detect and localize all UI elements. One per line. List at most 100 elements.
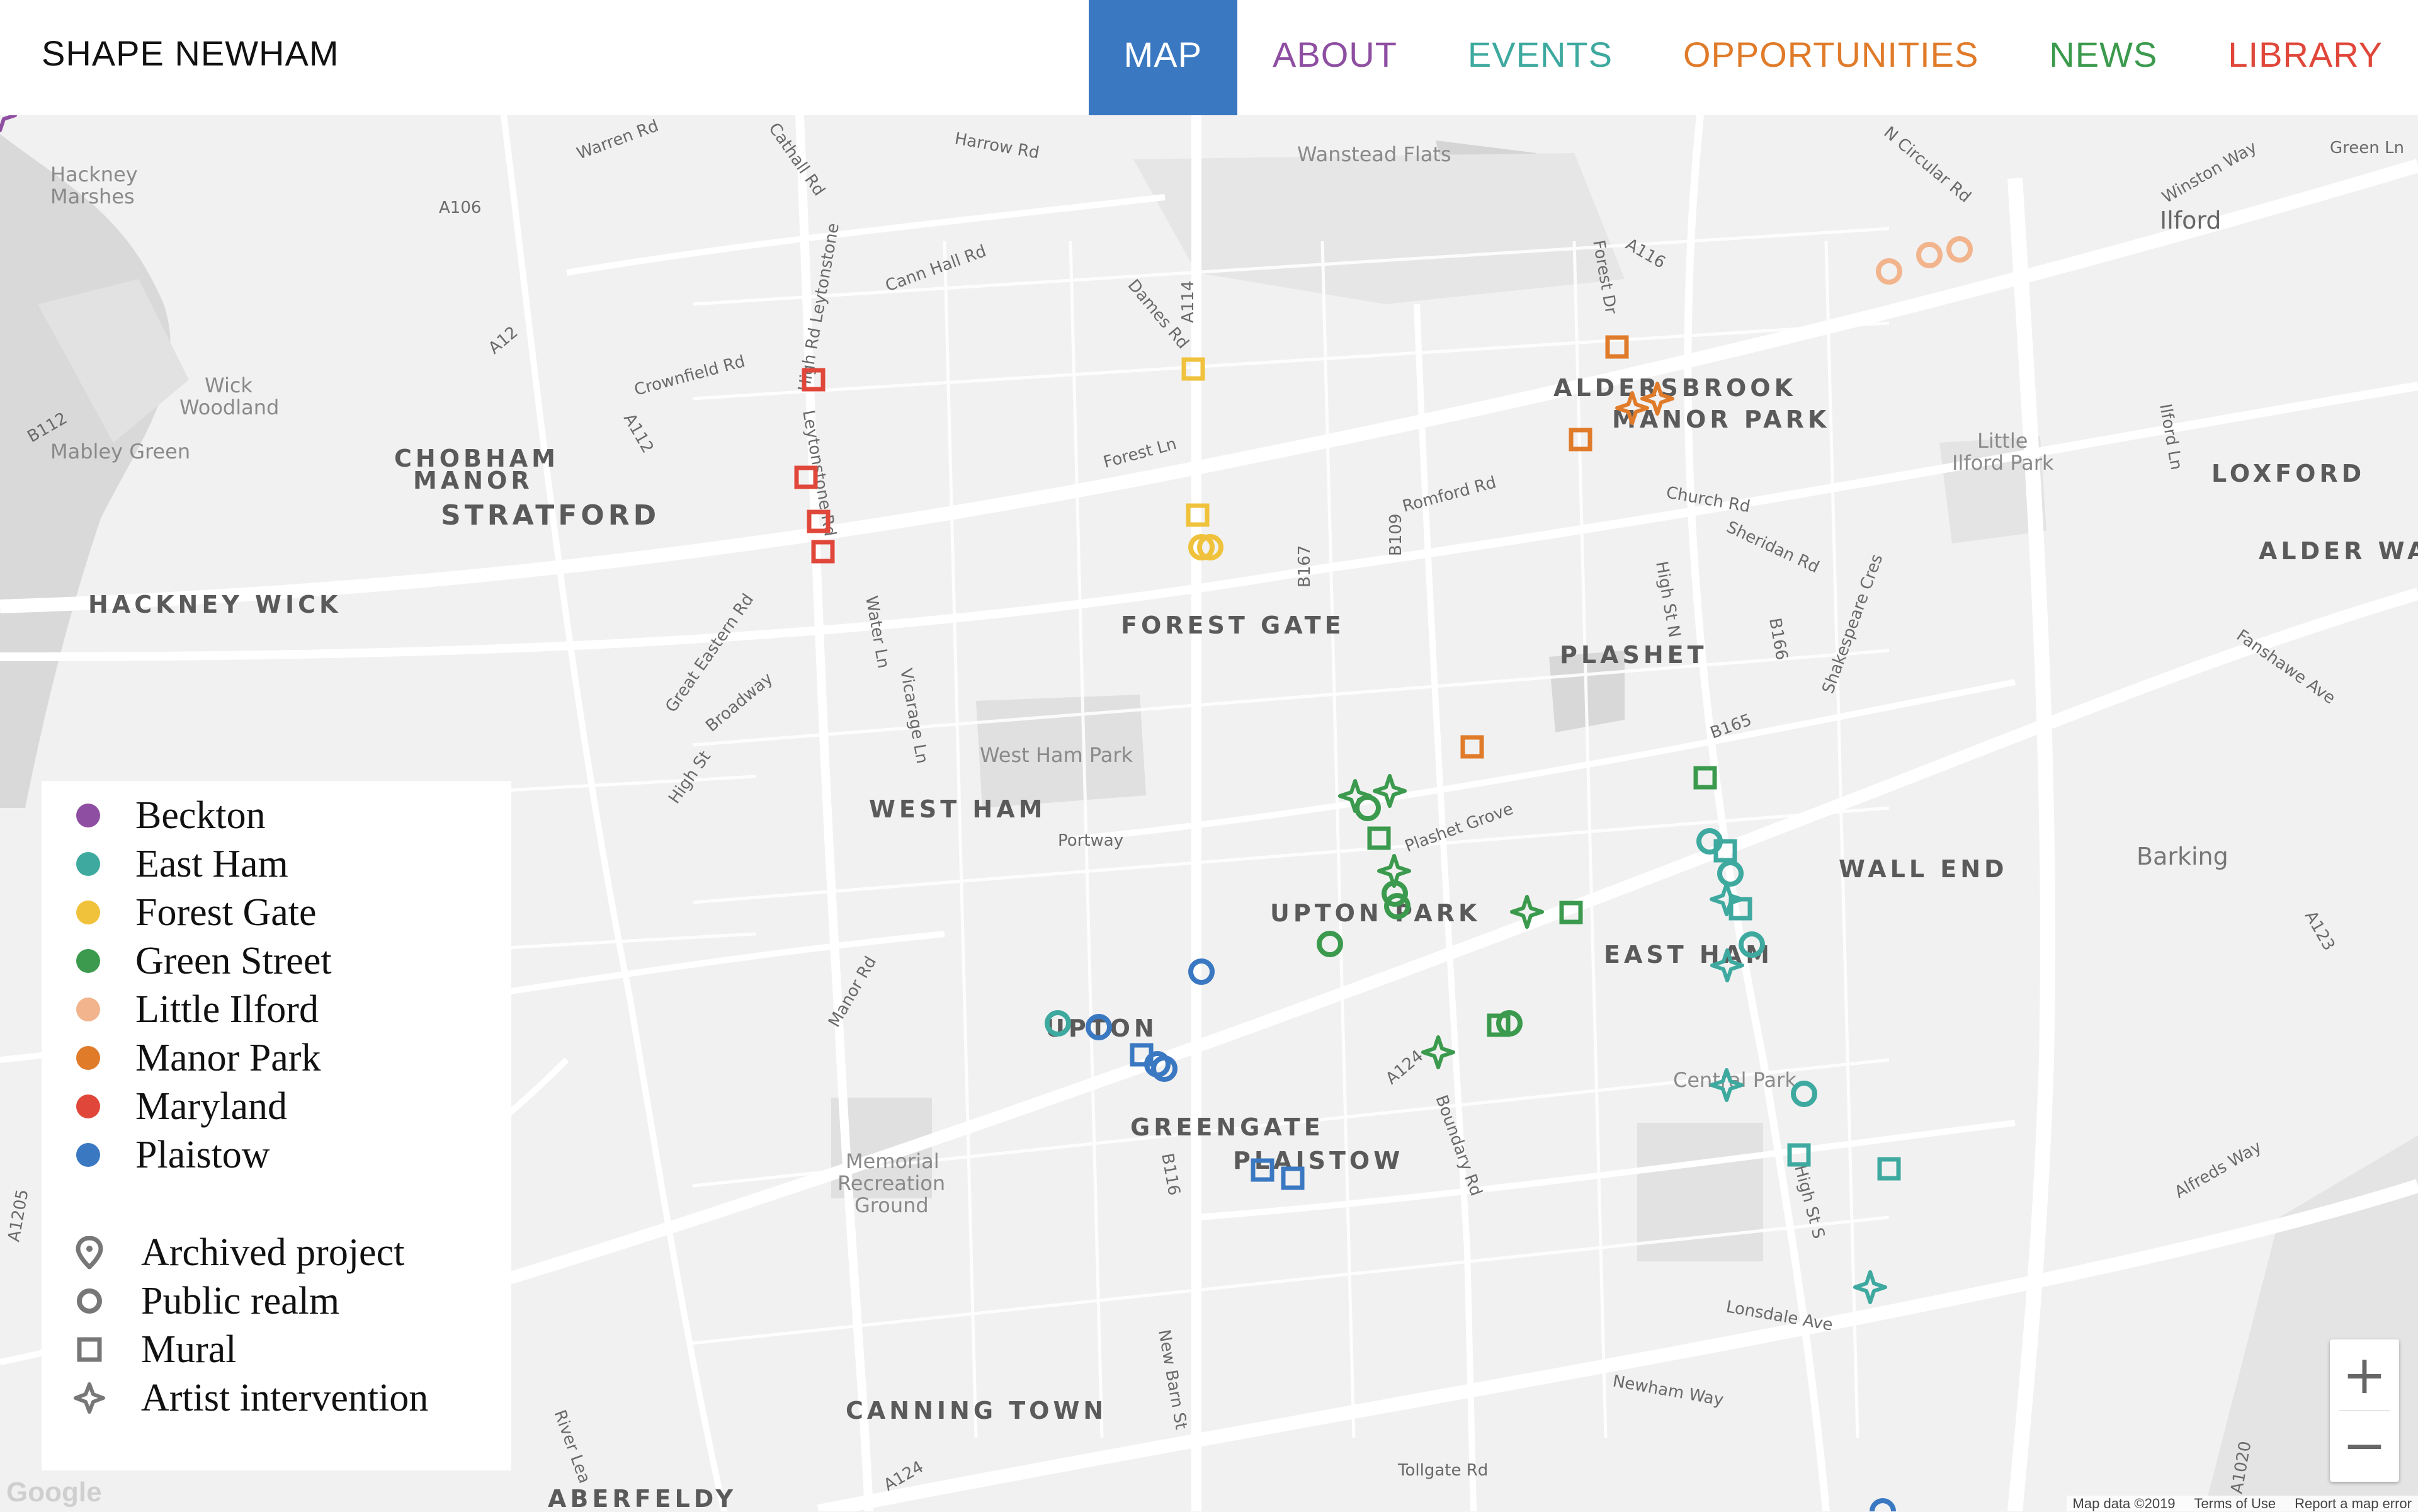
road-label: Forest Ln [1101, 435, 1179, 472]
nav-library[interactable]: LIBRARY [2193, 0, 2418, 115]
nav-news[interactable]: NEWS [2014, 0, 2193, 115]
legend-area-forest-gate[interactable]: Forest Gate [42, 888, 317, 937]
legend-type-archived[interactable]: Archived project [42, 1228, 404, 1277]
road-label: A1205 [4, 1188, 32, 1243]
legend-label: Mural [141, 1327, 237, 1371]
legend-type-mural[interactable]: Mural [42, 1325, 237, 1374]
road-label: A124 [1382, 1047, 1427, 1088]
project-marker-east-ham[interactable] [1877, 1157, 1901, 1181]
project-marker-little-ilford[interactable] [1916, 242, 1943, 268]
label-recreation: Recreation [837, 1171, 945, 1195]
road-label: High St S [1790, 1163, 1828, 1241]
ring-icon [73, 1285, 106, 1317]
legend-area-east-ham[interactable]: East Ham [42, 839, 288, 889]
zoom-out-button[interactable]: − [2330, 1410, 2399, 1481]
map-data-text: Map data ©2019 [2072, 1496, 2176, 1511]
label-west-ham-park: West Ham Park [980, 743, 1133, 767]
zoom-control: + − [2330, 1339, 2399, 1482]
road-label: Portway [1058, 831, 1123, 850]
manor-park-dot [76, 1046, 100, 1070]
label-greengate: GREENGATE [1130, 1113, 1324, 1141]
nav-events[interactable]: EVENTS [1433, 0, 1648, 115]
road-label: New Barn St [1154, 1328, 1190, 1431]
road-label: Crownfield Rd [632, 352, 747, 400]
forest-gate-dot [76, 901, 100, 924]
label-west-ham: WEST HAM [869, 795, 1046, 823]
road-label: Plashet Grove [1402, 800, 1516, 856]
legend-area-plaistow[interactable]: Plaistow [42, 1130, 270, 1179]
plaistow-dot [76, 1143, 100, 1167]
report-error-link[interactable]: Report a map error [2295, 1496, 2412, 1511]
label-aberfeldy: ABERFELDY [548, 1485, 737, 1511]
road-label: Broadway [702, 669, 776, 736]
project-marker-beckton[interactable] [0, 115, 17, 132]
legend-area-green-street[interactable]: Green Street [42, 936, 332, 986]
road-label: High St [665, 747, 715, 807]
label-hackney-wick: HACKNEY WICK [88, 591, 341, 618]
label-memorial: Memorial [846, 1149, 939, 1173]
zoom-in-button[interactable]: + [2330, 1339, 2399, 1410]
road-label: Warren Rd [574, 117, 661, 164]
road-label: Green Ln [2330, 139, 2404, 157]
road-label: Tollgate Rd [1397, 1461, 1488, 1480]
star-icon [73, 1382, 106, 1414]
legend-area-little-ilford[interactable]: Little Ilford [42, 985, 319, 1034]
legend-label: Maryland [135, 1084, 288, 1128]
nav-map[interactable]: MAP [1088, 0, 1237, 115]
main-nav: MAP ABOUT EVENTS OPPORTUNITIES NEWS LIBR… [1088, 0, 2418, 115]
label-wick: Wick [205, 373, 253, 397]
label-canning-town: CANNING TOWN [846, 1397, 1107, 1424]
road-label: Ilford Ln [2155, 402, 2186, 472]
road-label: A114 [1179, 281, 1198, 323]
label-marshes: Marshes [50, 185, 135, 208]
project-marker-east-ham[interactable] [1791, 1081, 1817, 1107]
legend-label: Archived project [141, 1231, 405, 1274]
label-aldersbrook: ALDERSBROOK [1553, 374, 1796, 402]
project-marker-little-ilford[interactable] [1946, 236, 1973, 263]
project-marker-manor-park[interactable] [1460, 735, 1484, 759]
site-brand[interactable]: SHAPE NEWHAM [42, 33, 339, 74]
zoom-divider [2339, 1410, 2390, 1411]
project-marker-east-ham[interactable] [1853, 1270, 1887, 1304]
road-label: B116 [1157, 1152, 1183, 1197]
label-plashet: PLASHET [1560, 641, 1708, 669]
maryland-dot [76, 1094, 100, 1118]
project-marker-green-street[interactable] [1421, 1035, 1455, 1069]
legend-type-artist[interactable]: Artist intervention [42, 1373, 428, 1423]
label-forest-gate: FOREST GATE [1121, 611, 1345, 639]
project-marker-plaistow[interactable] [1870, 1498, 1896, 1511]
project-marker-little-ilford[interactable] [1876, 258, 1902, 285]
road-label: B167 [1295, 545, 1314, 588]
legend-label: Beckton [135, 793, 266, 837]
road-label: A106 [439, 198, 481, 217]
legend-area-manor-park[interactable]: Manor Park [42, 1033, 321, 1083]
legend-area-beckton[interactable]: Beckton [42, 791, 266, 840]
legend-type-public-realm[interactable]: Public realm [42, 1276, 339, 1326]
road-label: Romford Rd [1400, 473, 1498, 516]
label-loxford: LOXFORD [2211, 460, 2365, 487]
legend-label: Artist intervention [141, 1376, 429, 1419]
road-label: Leytonstone Rd [798, 409, 839, 538]
road-label: Winston Way [2159, 138, 2261, 207]
legend-label: Forest Gate [135, 890, 317, 934]
nav-opportunities[interactable]: OPPORTUNITIES [1648, 0, 2014, 115]
square-icon [73, 1333, 106, 1366]
legend-label: Green Street [135, 939, 332, 982]
google-logo[interactable]: Google [6, 1477, 102, 1508]
label-wall-end: WALL END [1839, 855, 2008, 883]
site-header: SHAPE NEWHAM MAP ABOUT EVENTS OPPORTUNIT… [0, 0, 2418, 115]
project-marker-green-street[interactable] [1367, 826, 1391, 850]
label-ilford: Ilford [2160, 207, 2221, 234]
green-street-dot [76, 949, 100, 973]
road-label: High St N [1652, 560, 1684, 639]
project-marker-green-street[interactable] [1317, 931, 1343, 957]
road-label: Water Ln [861, 594, 893, 670]
map-pin-icon [73, 1236, 106, 1269]
nav-about[interactable]: ABOUT [1237, 0, 1433, 115]
road-label: A112 [620, 411, 657, 457]
beckton-dot [76, 804, 100, 827]
map-attribution: Map data ©2019 Terms of Use Report a map… [2066, 1496, 2418, 1511]
legend-area-maryland[interactable]: Maryland [42, 1082, 287, 1131]
terms-link[interactable]: Terms of Use [2194, 1496, 2276, 1511]
road-label: Harrow Rd [953, 129, 1041, 162]
